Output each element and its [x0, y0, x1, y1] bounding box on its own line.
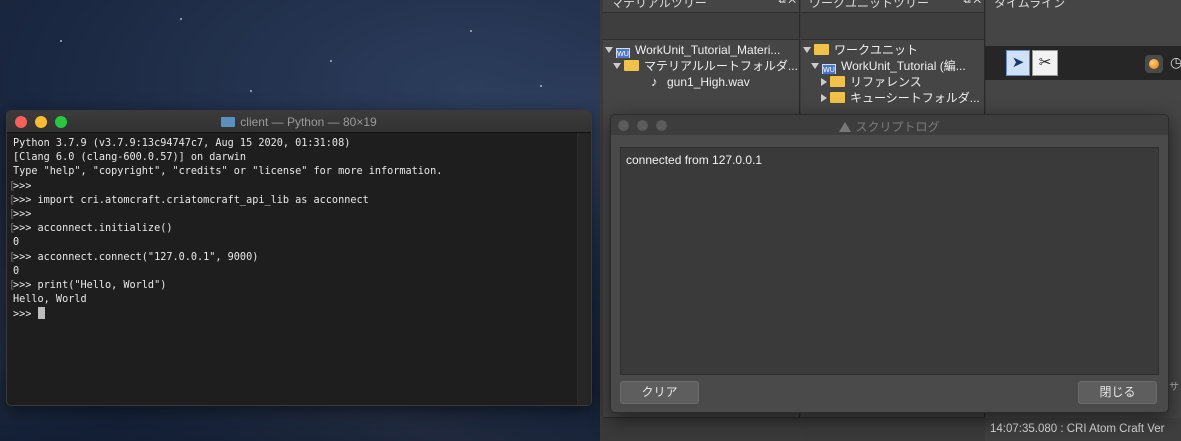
- terminal-line: []>>> acconnect.connect("127.0.0.1", 900…: [9, 251, 585, 265]
- terminal-output[interactable]: Python 3.7.9 (v3.7.9:13c94747c7, Aug 15 …: [7, 133, 591, 325]
- select-tool-icon[interactable]: ➤: [1006, 50, 1030, 76]
- record-icon[interactable]: [1145, 55, 1163, 73]
- terminal-line-text: >>> acconnect.connect("127.0.0.1", 9000): [13, 251, 259, 263]
- workunit-tree-header: ワークユニットツリー ⧉ ✕: [801, 0, 984, 12]
- terminal-line-text: [Clang 6.0 (clang-600.0.57)] on darwin: [13, 152, 247, 164]
- chevron-right-icon[interactable]: [821, 78, 827, 86]
- tree-item-root-folder[interactable]: マテリアルルートフォルダ...: [603, 58, 799, 74]
- dialog-titlebar[interactable]: スクリプトログ: [611, 115, 1168, 135]
- line-marker: [: [9, 279, 16, 291]
- workunit-tree-toolbar: [801, 12, 984, 40]
- terminal-prompt: >>>: [13, 309, 38, 321]
- terminal-window[interactable]: client — Python — 80×19 Python 3.7.9 (v3…: [6, 110, 592, 406]
- tree-item-workunit[interactable]: WU WorkUnit_Tutorial (編...: [801, 58, 984, 74]
- material-tree-header: マテリアルツリー ⧉ ✕: [603, 0, 799, 12]
- panel-title: マテリアルツリー: [611, 0, 707, 10]
- folder-icon: [830, 92, 845, 103]
- terminal-line: Type "help", "copyright", "credits" or "…: [13, 165, 585, 179]
- terminal-line-text: >>>: [13, 208, 32, 220]
- terminal-line-text: >>>: [13, 180, 32, 192]
- workunit-icon: WU: [822, 64, 836, 74]
- tree-item-label: リファレンス: [850, 75, 922, 89]
- cut-tool-icon[interactable]: ✂: [1032, 50, 1058, 76]
- terminal-line: Hello, World: [13, 293, 585, 307]
- terminal-prompt-line[interactable]: >>>: [13, 307, 585, 321]
- line-marker: [: [9, 251, 16, 263]
- panel-title: ワークユニットツリー: [809, 0, 930, 10]
- chevron-down-icon[interactable]: [811, 63, 819, 69]
- tree-item-label: gun1_High.wav: [667, 75, 750, 89]
- material-tree-footer: [603, 417, 800, 441]
- tree-item-label: WorkUnit_Tutorial (編...: [841, 59, 966, 73]
- chevron-down-icon[interactable]: [613, 63, 621, 69]
- chevron-down-icon[interactable]: [605, 47, 613, 53]
- dialog-title: スクリプトログ: [611, 118, 1168, 135]
- timeline-header: タイムライン: [986, 0, 1181, 12]
- terminal-line-text: 0: [13, 237, 20, 249]
- terminal-line-text: Hello, World: [13, 294, 87, 306]
- terminal-line: []>>>: [9, 208, 585, 222]
- folder-icon: [221, 117, 236, 127]
- timeline-toolbar: ➤ ✂ ◷: [985, 46, 1181, 80]
- terminal-line-text: Type "help", "copyright", "credits" or "…: [13, 166, 443, 178]
- terminal-line-text: >>> acconnect.initialize(): [13, 223, 173, 235]
- material-tree: WU WorkUnit_Tutorial_Materi... マテリアルルートフォ…: [603, 40, 799, 90]
- terminal-line-text: 0: [13, 265, 20, 277]
- tree-item-workunits-root[interactable]: ワークユニット: [801, 42, 984, 58]
- close-button[interactable]: 閉じる: [1078, 381, 1157, 404]
- terminal-line: []>>>: [9, 180, 585, 194]
- clear-button[interactable]: クリア: [620, 381, 699, 404]
- tree-item-cuesheet-folder[interactable]: キューシートフォルダ...: [801, 90, 984, 106]
- terminal-scrollbar[interactable]: [577, 133, 591, 405]
- terminal-line-text: >>> import cri.atomcraft.criatomcraft_ap…: [13, 194, 369, 206]
- status-log: 14:07:35.080 : CRI Atom Craft Ver: [985, 418, 1181, 441]
- script-log-dialog[interactable]: スクリプトログ connected from 127.0.0.1 クリア 閉じる: [610, 114, 1169, 413]
- line-marker: [: [9, 208, 16, 220]
- terminal-line-text: >>> print("Hello, World"): [13, 279, 167, 291]
- script-log-output[interactable]: connected from 127.0.0.1: [620, 147, 1159, 375]
- terminal-title: client — Python — 80×19: [7, 115, 591, 129]
- tree-item-reference[interactable]: リファレンス: [801, 74, 984, 90]
- tree-item-label: WorkUnit_Tutorial_Materi...: [635, 43, 781, 57]
- close-icon[interactable]: ✕: [788, 0, 796, 6]
- close-icon[interactable]: ✕: [973, 0, 981, 6]
- tree-item-label: キューシートフォルダ...: [850, 91, 980, 105]
- terminal-line: 0: [13, 236, 585, 250]
- clock-icon[interactable]: ◷: [1170, 54, 1181, 71]
- chevron-right-icon[interactable]: [821, 94, 827, 102]
- tree-item-workunit[interactable]: WU WorkUnit_Tutorial_Materi...: [603, 42, 799, 58]
- restore-icon[interactable]: ⧉: [963, 0, 970, 6]
- workunit-tree-footer: [801, 417, 985, 441]
- workunit-tree: ワークユニット WU WorkUnit_Tutorial (編... リファレンス…: [801, 40, 984, 106]
- audio-file-icon: ♪: [651, 74, 658, 89]
- line-marker: [: [9, 180, 16, 192]
- tree-item-label: ワークユニット: [834, 43, 919, 57]
- terminal-line: []>>> import cri.atomcraft.criatomcraft_…: [9, 194, 585, 208]
- folder-icon: [814, 44, 829, 55]
- panel-title: タイムライン: [994, 0, 1066, 10]
- terminal-line: []>>> acconnect.initialize(): [9, 222, 585, 236]
- folder-icon: [624, 60, 639, 71]
- folder-icon: [830, 76, 845, 87]
- line-marker: [: [9, 194, 16, 206]
- text-cursor: [37, 307, 45, 320]
- terminal-line: [Clang 6.0 (clang-600.0.57)] on darwin: [13, 151, 585, 165]
- tree-item-wav[interactable]: ♪ gun1_High.wav: [603, 74, 799, 90]
- material-tree-toolbar: [603, 12, 799, 40]
- terminal-line: []>>> print("Hello, World"): [9, 279, 585, 293]
- terminal-titlebar[interactable]: client — Python — 80×19: [7, 111, 591, 133]
- terminal-line: Python 3.7.9 (v3.7.9:13c94747c7, Aug 15 …: [13, 137, 585, 151]
- workunit-icon: WU: [616, 48, 630, 58]
- tree-item-label: マテリアルルートフォルダ...: [644, 59, 798, 73]
- dialog-title-text: スクリプトログ: [855, 120, 940, 134]
- line-marker: [: [9, 223, 16, 235]
- terminal-line-text: Python 3.7.9 (v3.7.9:13c94747c7, Aug 15 …: [13, 138, 351, 149]
- chevron-down-icon[interactable]: [803, 47, 811, 53]
- side-label: サ: [1169, 382, 1179, 393]
- restore-icon[interactable]: ⧉: [778, 0, 785, 6]
- terminal-line: 0: [13, 265, 585, 279]
- warning-icon: [839, 122, 852, 132]
- terminal-title-text: client — Python — 80×19: [240, 115, 377, 129]
